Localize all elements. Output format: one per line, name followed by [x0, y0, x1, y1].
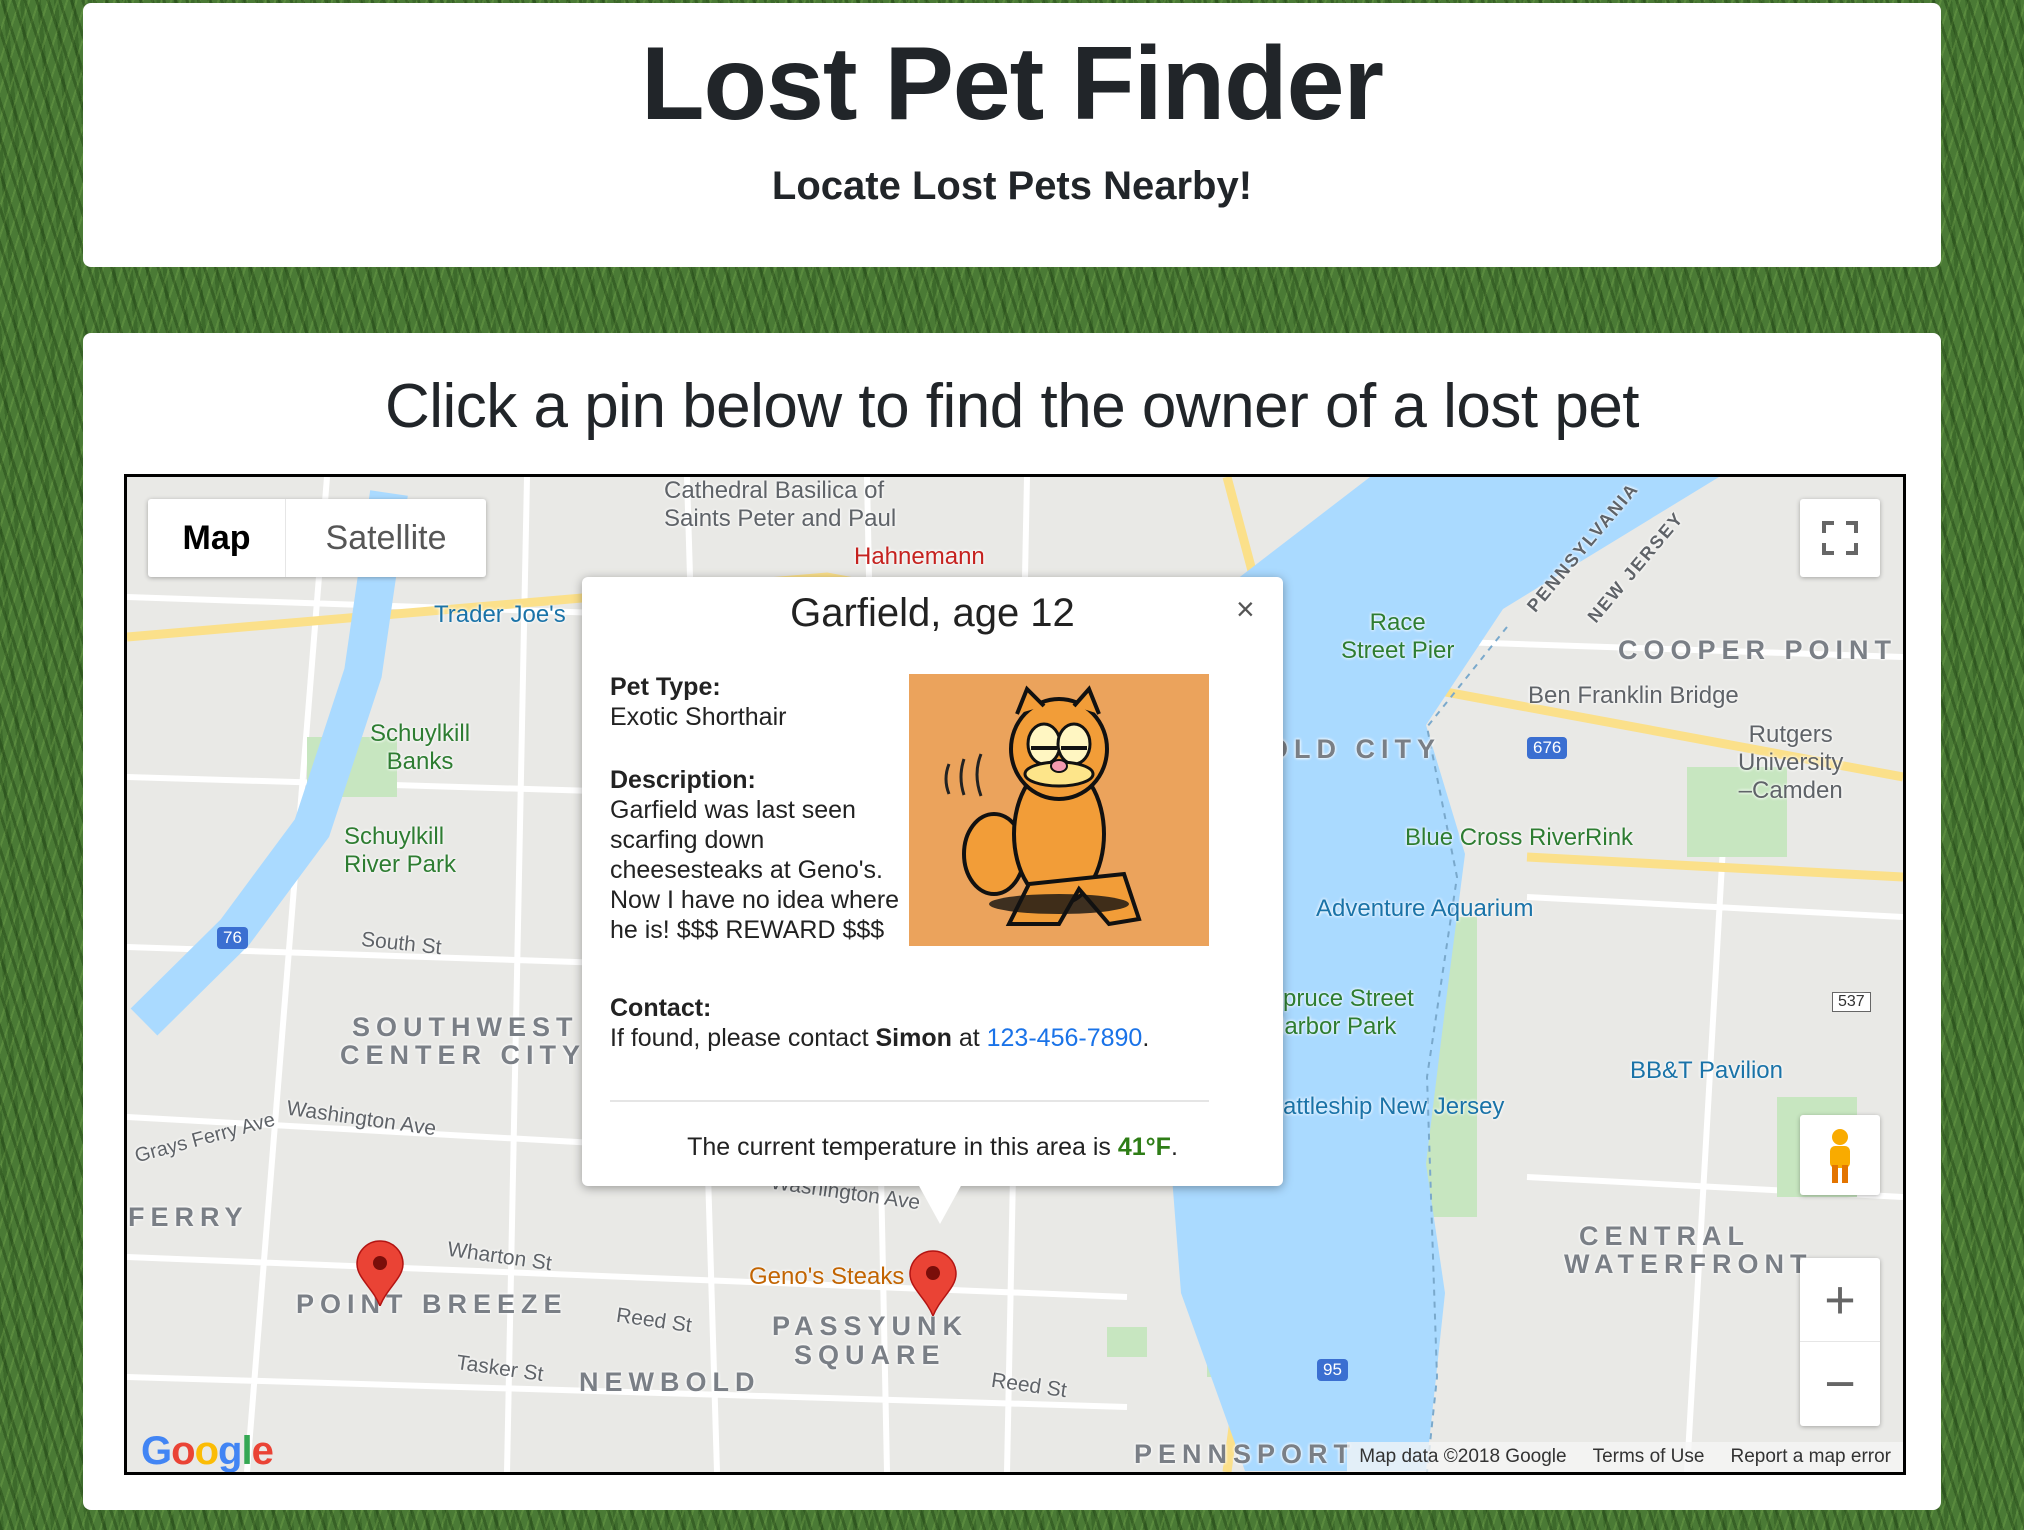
map-type-satellite-button[interactable]: Satellite — [286, 499, 486, 577]
info-window-tail — [918, 1184, 962, 1224]
terms-of-use-link[interactable]: Terms of Use — [1593, 1446, 1705, 1468]
header-card: Lost Pet Finder Locate Lost Pets Nearby! — [83, 3, 1941, 267]
pet-type-value: Exotic Shorthair — [610, 703, 787, 731]
label-battleship: Battleship New Jersey — [1267, 1093, 1505, 1120]
map-footer: Map data ©2018 Google Terms of Use Repor… — [1347, 1442, 1903, 1472]
phone-link[interactable]: 123-456-7890 — [987, 1024, 1143, 1052]
zoom-control: + − — [1800, 1258, 1880, 1426]
label-adventure-aquarium: Adventure Aquarium — [1316, 895, 1534, 922]
label-rutgers: Rutgers University –Camden — [1738, 721, 1844, 804]
label-point-breeze: POINT BREEZE — [296, 1289, 568, 1319]
label-race-street-pier: Race Street Pier — [1341, 609, 1455, 664]
divider — [610, 1100, 1209, 1102]
label-spruce-street-harbor-park: Spruce Street Harbor Park — [1267, 985, 1414, 1040]
page-title: Lost Pet Finder — [641, 26, 1384, 142]
label-ben-franklin-bridge: Ben Franklin Bridge — [1528, 682, 1739, 709]
label-blue-cross-riverrink: Blue Cross RiverRink — [1405, 824, 1634, 851]
label-central: CENTRAL — [1579, 1221, 1750, 1251]
label-southwest: SOUTHWEST — [352, 1012, 579, 1042]
map-type-control: Map Satellite — [148, 499, 486, 577]
contact-end: . — [1142, 1024, 1150, 1052]
label-genos-steaks: Geno's Steaks — [749, 1263, 905, 1290]
temperature-prefix: The current temperature in this area is — [687, 1133, 1118, 1161]
contact-mid: at — [951, 1024, 987, 1052]
map-type-map-button[interactable]: Map — [148, 499, 286, 577]
close-icon[interactable]: × — [1236, 591, 1255, 628]
label-old-city: OLD CITY — [1267, 734, 1441, 764]
route-537-icon: 537 — [1832, 992, 1871, 1012]
fullscreen-icon — [1822, 521, 1858, 555]
contact-prefix: If found, please contact — [610, 1024, 876, 1052]
map-pin[interactable] — [355, 1240, 405, 1306]
label-center-city: CENTER CITY — [340, 1040, 587, 1070]
description-label: Description: — [610, 766, 756, 794]
i676-shield-icon: 676 — [1527, 737, 1568, 759]
label-cathedral: Cathedral Basilica of Saints Peter and Pa… — [664, 477, 897, 532]
label-waterfront: WATERFRONT — [1564, 1249, 1813, 1279]
garfield-cat-image — [944, 685, 1142, 927]
pet-type-section: Pet Type: Exotic Shorthair — [610, 672, 910, 732]
i95-shield-icon: 95 — [1317, 1359, 1348, 1381]
pegman-icon — [1830, 1129, 1850, 1183]
temperature-value: 41°F — [1117, 1133, 1171, 1161]
label-pennsport: PENNSPORT — [1134, 1439, 1357, 1469]
label-newbold: NEWBOLD — [579, 1367, 761, 1397]
description-section: Description: Garfield was last seen scar… — [610, 765, 900, 945]
instruction-heading: Click a pin below to find the owner of a… — [384, 372, 1640, 441]
i76-shield-icon: 76 — [217, 927, 248, 949]
label-schuylkill-river-park: Schuylkill River Park — [344, 823, 457, 878]
contact-name: Simon — [875, 1024, 952, 1052]
label-cooper-point: COOPER POINT — [1618, 635, 1898, 665]
label-square: SQUARE — [794, 1340, 946, 1370]
map[interactable]: Cathedral Basilica of Saints Peter and Pa… — [124, 474, 1906, 1475]
fullscreen-button[interactable] — [1800, 499, 1880, 577]
label-schuylkill-banks: Schuylkill Banks — [370, 720, 471, 775]
google-logo: Google — [141, 1429, 274, 1473]
report-map-error-link[interactable]: Report a map error — [1730, 1446, 1891, 1468]
label-ferry: FERRY — [128, 1202, 249, 1232]
pet-type-label: Pet Type: — [610, 673, 721, 701]
pet-photo — [909, 674, 1209, 946]
map-card: Click a pin below to find the owner of a… — [83, 333, 1941, 1510]
label-trader-joes: Trader Joe's — [434, 601, 566, 628]
street-view-pegman-button[interactable] — [1800, 1115, 1880, 1195]
zoom-in-button[interactable]: + — [1800, 1258, 1880, 1342]
temperature-end: . — [1170, 1133, 1178, 1161]
label-hahnemann: Hahnemann — [854, 543, 985, 570]
contact-label: Contact: — [610, 994, 712, 1022]
contact-section: Contact: If found, please contact Simon … — [610, 993, 1250, 1053]
pet-name-age: Garfield, age 12 — [790, 591, 1075, 635]
label-bbt-pavilion: BB&T Pavilion — [1630, 1057, 1783, 1084]
description-text: Garfield was last seen scarfing down che… — [610, 796, 900, 944]
temperature-line: The current temperature in this area is … — [582, 1133, 1283, 1162]
map-pin-selected[interactable] — [908, 1250, 958, 1316]
page-subtitle: Locate Lost Pets Nearby! — [771, 164, 1253, 208]
pet-info-window: Garfield, age 12 × Pet Type: Exotic Shor… — [582, 577, 1283, 1224]
zoom-out-button[interactable]: − — [1800, 1342, 1880, 1426]
map-data-attribution: Map data ©2018 Google — [1359, 1446, 1567, 1467]
